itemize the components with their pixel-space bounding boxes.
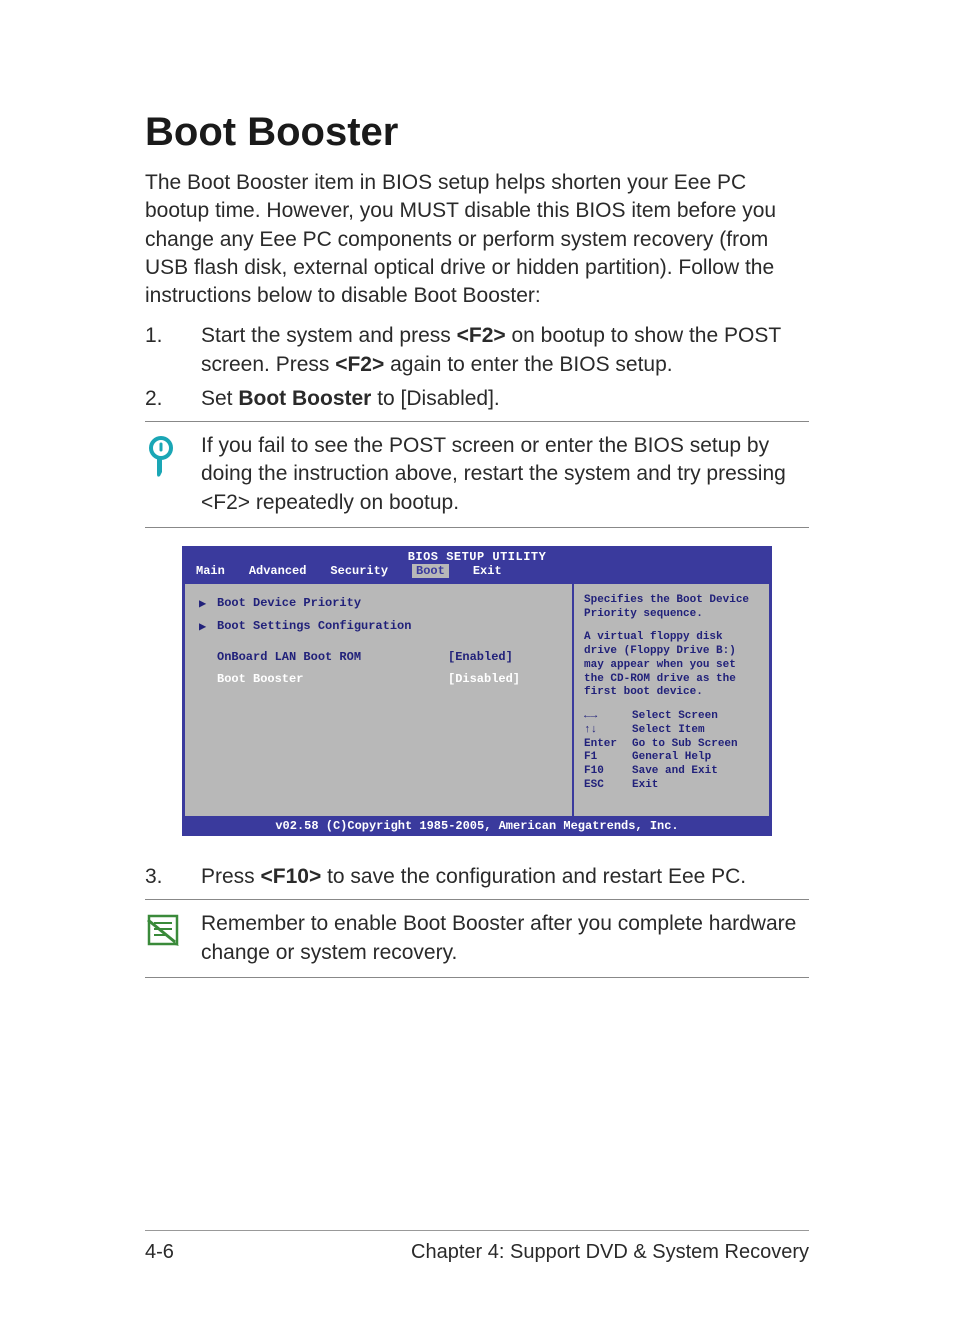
bios-tab-boot: Boot <box>412 564 449 578</box>
step-2: 2. Set Boot Booster to [Disabled]. <box>145 384 809 413</box>
page-title: Boot Booster <box>145 110 809 155</box>
magnifier-icon <box>145 432 201 478</box>
bios-tab-advanced: Advanced <box>249 564 307 578</box>
intro-paragraph: The Boot Booster item in BIOS setup help… <box>145 169 809 311</box>
bios-item: Boot Device Priority <box>217 596 558 611</box>
bios-help-text: A virtual floppy disk drive (Floppy Driv… <box>584 631 759 700</box>
notepad-icon <box>145 910 201 948</box>
page-footer: 4-6 Chapter 4: Support DVD & System Reco… <box>145 1230 809 1264</box>
bios-screenshot: BIOS SETUP UTILITY Main Advanced Securit… <box>182 546 772 836</box>
step-1: 1. Start the system and press <F2> on bo… <box>145 321 809 380</box>
triangle-icon: ▶ <box>199 596 217 611</box>
bios-left-panel: ▶Boot Device Priority ▶Boot Settings Con… <box>185 584 574 816</box>
step-number: 3. <box>145 862 201 891</box>
triangle-icon: ▶ <box>199 619 217 634</box>
bios-tab-exit: Exit <box>473 564 502 578</box>
bios-value: [Enabled] <box>448 650 558 664</box>
chapter-label: Chapter 4: Support DVD & System Recovery <box>411 1241 809 1264</box>
bios-help-text: Specifies the Boot Device Priority seque… <box>584 594 759 622</box>
note-box-reminder: Remember to enable Boot Booster after yo… <box>145 899 809 978</box>
page-number: 4-6 <box>145 1241 174 1264</box>
steps-list: 1. Start the system and press <F2> on bo… <box>145 321 809 413</box>
note-text: If you fail to see the POST screen or en… <box>201 432 809 517</box>
bios-item: OnBoard LAN Boot ROM <box>217 650 448 664</box>
bios-title: BIOS SETUP UTILITY <box>196 550 758 564</box>
step-text: Press <F10> to save the configuration an… <box>201 862 809 891</box>
bios-value: [Disabled] <box>448 672 558 686</box>
note-text: Remember to enable Boot Booster after yo… <box>201 910 809 967</box>
note-box-tip: If you fail to see the POST screen or en… <box>145 421 809 528</box>
step-text: Start the system and press <F2> on bootu… <box>201 321 809 380</box>
bios-footer: v02.58 (C)Copyright 1985-2005, American … <box>182 816 772 836</box>
step-text: Set Boot Booster to [Disabled]. <box>201 384 809 413</box>
bios-help-panel: Specifies the Boot Device Priority seque… <box>574 584 769 816</box>
bios-item: Boot Settings Configuration <box>217 619 558 634</box>
bios-header: BIOS SETUP UTILITY Main Advanced Securit… <box>182 546 772 584</box>
bios-tabs: Main Advanced Security Boot Exit <box>196 564 758 578</box>
step-number: 2. <box>145 384 201 413</box>
steps-list-cont: 3. Press <F10> to save the configuration… <box>145 862 809 891</box>
step-3: 3. Press <F10> to save the configuration… <box>145 862 809 891</box>
bios-tab-main: Main <box>196 564 225 578</box>
bios-tab-security: Security <box>330 564 388 578</box>
step-number: 1. <box>145 321 201 380</box>
bios-item-selected: Boot Booster <box>217 672 448 686</box>
